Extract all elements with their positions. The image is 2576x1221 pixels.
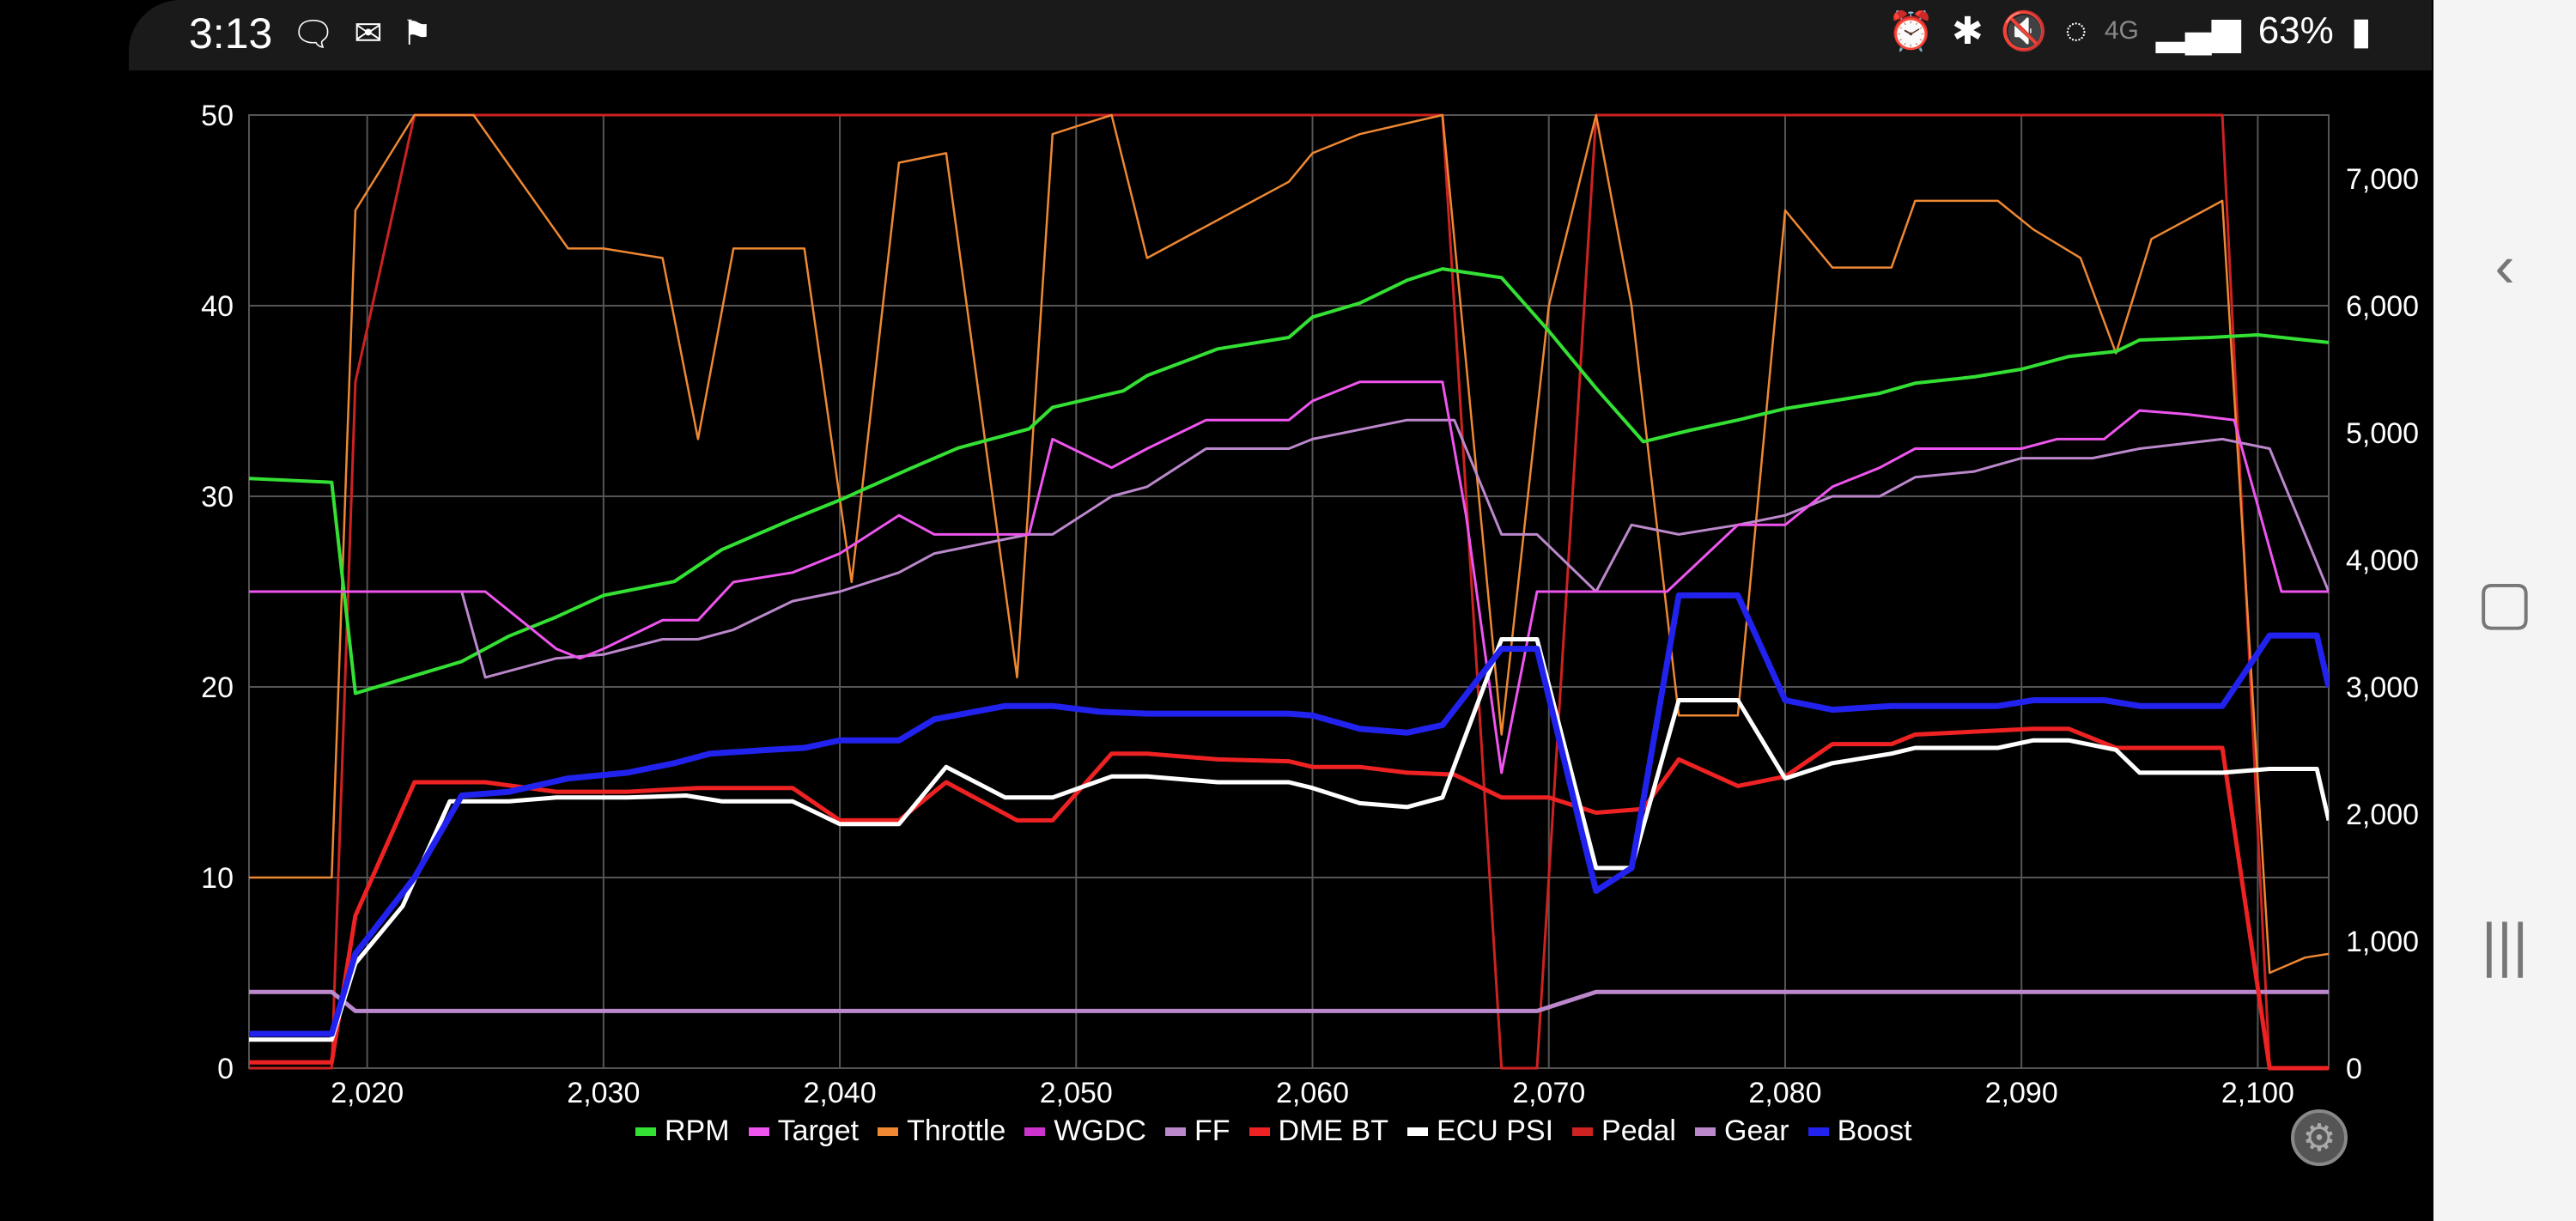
x-tick-label: 2,060 <box>1276 1077 1349 1109</box>
x-tick-label: 2,040 <box>804 1077 877 1109</box>
legend-label: DME BT <box>1278 1115 1388 1147</box>
right-tick-label: 4,000 <box>2346 544 2419 577</box>
legend-label: Boost <box>1837 1115 1912 1147</box>
legend-item: DME BT <box>1249 1115 1388 1148</box>
legend-item: RPM <box>635 1115 730 1148</box>
legend-swatch <box>1164 1127 1186 1136</box>
series-line-pedal <box>249 113 2329 1070</box>
legend-label: Gear <box>1724 1115 1789 1147</box>
recents-icon[interactable]: ||| <box>2433 910 2576 979</box>
x-tick-label: 2,050 <box>1040 1077 1113 1109</box>
legend-item: Target <box>748 1115 860 1148</box>
legend-item: Gear <box>1695 1115 1789 1148</box>
plot-frame <box>248 114 2330 1069</box>
signal-icon: ▂▄▆ <box>2155 9 2241 52</box>
legend-swatch <box>878 1127 899 1136</box>
series-line-throttle <box>249 113 2329 975</box>
back-icon[interactable]: ‹ <box>2433 232 2576 301</box>
legend-item: Pedal <box>1572 1115 1676 1148</box>
right-tick-label: 0 <box>2346 1053 2362 1085</box>
network-type: 4G <box>2104 16 2139 45</box>
legend-swatch <box>1406 1127 1428 1136</box>
series-line-ff <box>249 418 2329 679</box>
x-tick-label: 2,080 <box>1748 1077 1821 1109</box>
legend-swatch <box>1695 1127 1716 1136</box>
mute-icon: 🔇 <box>2000 10 2048 52</box>
battery-icon: ▮ <box>2350 9 2372 52</box>
legend-label: Throttle <box>907 1115 1006 1147</box>
chart-legend: RPM Target Throttle WGDC FF DME BT ECU PSI Peda… <box>635 1115 1912 1148</box>
left-tick-label: 0 <box>217 1053 234 1085</box>
battery-level: 63% <box>2257 9 2334 52</box>
right-tick-label: 5,000 <box>2346 417 2419 450</box>
left-tick-label: 40 <box>201 290 234 323</box>
legend-label: Target <box>777 1115 860 1147</box>
legend-label: FF <box>1194 1115 1230 1147</box>
right-tick-label: 1,000 <box>2346 926 2419 958</box>
left-tick-label: 30 <box>201 481 234 513</box>
left-tick-label: 20 <box>201 671 234 704</box>
legend-label: ECU PSI <box>1436 1115 1554 1147</box>
series-line-boost <box>249 592 2329 1037</box>
series-line-ecu-psi <box>249 637 2329 1042</box>
status-bar: 3:13 🗨 ✉ ⚑ ⏰ ✱ 🔇 ◌ 4G ▂▄▆ 63% ▮ <box>129 0 2432 70</box>
series-line-rpm <box>249 267 2329 696</box>
wifi-call-icon: ◌ <box>2064 9 2087 52</box>
series-line-gear <box>249 989 2329 1013</box>
status-time: 3:13 <box>189 9 273 58</box>
legend-swatch <box>1572 1127 1594 1136</box>
chat-icon: 🗨 <box>291 15 336 53</box>
right-tick-label: 7,000 <box>2346 163 2419 196</box>
legend-swatch <box>1807 1127 1829 1136</box>
x-tick-label: 2,070 <box>1512 1077 1585 1109</box>
bluetooth-icon: ✱ <box>1951 9 1984 52</box>
line-chart: 0 10 20 30 40 50 0 1,000 2,000 3,000 4,000 5,000 6,0… <box>201 100 2419 1109</box>
home-icon[interactable]: ▢ <box>2433 567 2576 637</box>
x-tick-label: 2,020 <box>331 1077 404 1109</box>
legend-label: RPM <box>665 1115 730 1147</box>
right-tick-label: 2,000 <box>2346 799 2419 831</box>
gmail-icon: ✉ <box>354 15 383 52</box>
legend-item: ECU PSI <box>1406 1115 1554 1148</box>
axis-labels: 0 10 20 30 40 50 0 1,000 2,000 3,000 4,000 5,000 6,0… <box>201 100 2419 1109</box>
outlook-icon: ⚑ <box>401 15 433 52</box>
legend-label: WGDC <box>1054 1115 1146 1147</box>
alarm-icon: ⏰ <box>1887 10 1935 52</box>
right-tick-label: 3,000 <box>2346 671 2419 704</box>
legend-item: Boost <box>1807 1115 1912 1148</box>
legend-item: Throttle <box>878 1115 1005 1148</box>
series-layer <box>249 113 2329 1071</box>
x-tick-label: 2,090 <box>1985 1077 2058 1109</box>
legend-swatch <box>748 1127 769 1136</box>
legend-item: WGDC <box>1024 1115 1146 1148</box>
gear-icon[interactable]: ⚙ <box>2291 1109 2348 1166</box>
x-tick-label: 2,100 <box>2221 1077 2294 1109</box>
navigation-bar: ‹ ▢ ||| <box>2433 0 2576 1221</box>
left-tick-label: 50 <box>201 100 234 132</box>
legend-swatch <box>1024 1127 1046 1136</box>
left-tick-label: 10 <box>201 862 234 895</box>
legend-item: FF <box>1164 1115 1230 1148</box>
x-tick-label: 2,030 <box>567 1077 640 1109</box>
grid <box>248 114 2330 1069</box>
legend-swatch <box>635 1127 656 1136</box>
right-tick-label: 6,000 <box>2346 290 2419 323</box>
legend-swatch <box>1249 1127 1270 1136</box>
legend-label: Pedal <box>1601 1115 1676 1147</box>
